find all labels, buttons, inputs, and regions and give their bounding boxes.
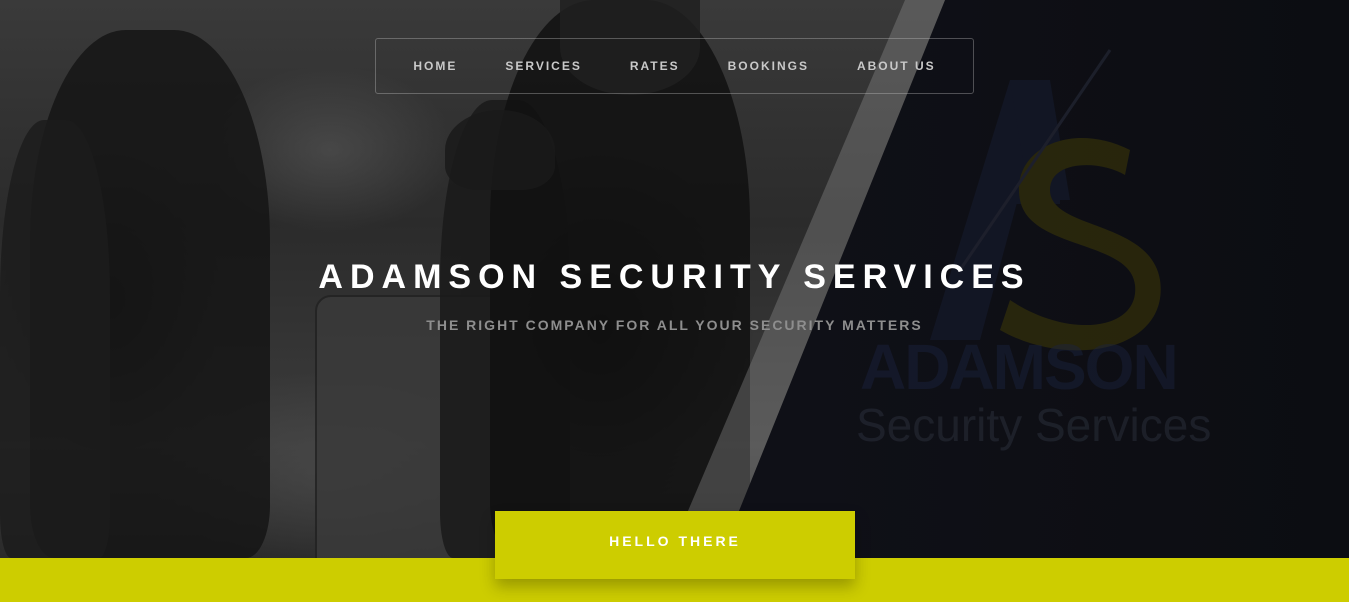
logo-tagline: Security Services	[856, 399, 1212, 451]
nav-item-bookings[interactable]: BOOKINGS	[704, 59, 833, 73]
officer-silhouette	[0, 120, 110, 558]
main-navigation: HOME SERVICES RATES BOOKINGS ABOUT US	[375, 38, 974, 94]
logo-wordmark: ADAMSON	[860, 331, 1179, 403]
page-title: ADAMSON SECURITY SERVICES	[318, 258, 1031, 296]
nav-item-rates[interactable]: RATES	[606, 59, 704, 73]
page: ADAMSON Security Services HOME SERVICES …	[0, 0, 1349, 602]
nav-item-about-us[interactable]: ABOUT US	[833, 59, 960, 73]
nav-item-home[interactable]: HOME	[389, 59, 481, 73]
hero-section: ADAMSON Security Services HOME SERVICES …	[0, 0, 1349, 558]
page-subtitle: THE RIGHT COMPANY FOR ALL YOUR SECURITY …	[426, 317, 923, 333]
hello-there-button[interactable]: HELLO THERE	[495, 511, 855, 579]
hello-there-label: HELLO THERE	[609, 533, 741, 549]
nav-item-services[interactable]: SERVICES	[481, 59, 605, 73]
helmet	[445, 110, 555, 190]
